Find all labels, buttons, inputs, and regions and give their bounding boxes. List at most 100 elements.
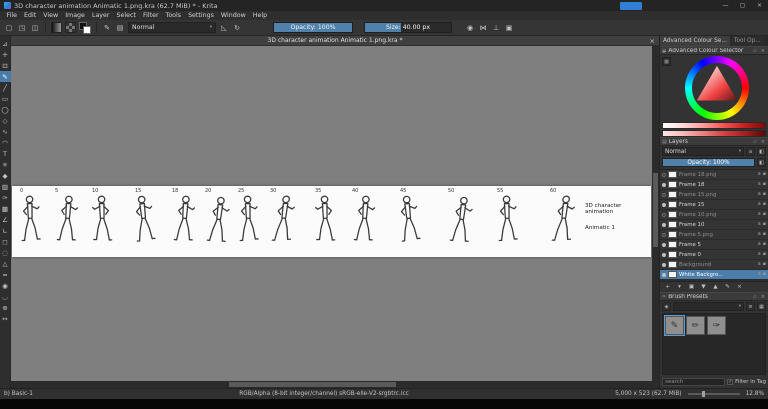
menu-image[interactable]: Image <box>62 12 89 19</box>
tool-move[interactable]: ✛ <box>0 49 11 60</box>
alpha-badge-icon[interactable]: a <box>758 222 761 227</box>
current-brush-label[interactable]: b) Basic-1 <box>4 391 33 397</box>
zoom-slider-thumb[interactable] <box>702 391 705 397</box>
tool-polygon[interactable]: ◇ <box>0 115 11 126</box>
menu-layer[interactable]: Layer <box>88 12 113 19</box>
layer-visibility-icon[interactable] <box>662 243 666 247</box>
opacity-slider[interactable]: Opacity: 100% <box>273 22 353 33</box>
close-dock-icon[interactable]: × <box>760 139 766 145</box>
layer-lock-icon[interactable]: ▪ <box>763 232 766 237</box>
horizontal-scrollbar[interactable] <box>11 381 652 388</box>
document-close-icon[interactable]: × <box>650 36 655 46</box>
tool-transform[interactable]: ⊿ <box>0 38 11 49</box>
move-layer-up-button[interactable]: ▲ <box>710 283 721 292</box>
layer-lock-icon[interactable]: ▪ <box>763 242 766 247</box>
alpha-inherit-icon[interactable]: a <box>746 147 755 156</box>
add-layer-button[interactable]: + <box>662 283 673 292</box>
layer-row[interactable]: Background a ▪ <box>660 260 768 270</box>
tool-zoom[interactable]: ⊕ <box>0 302 11 313</box>
tool-measure[interactable]: ∟ <box>0 225 11 236</box>
menu-file[interactable]: File <box>3 12 21 19</box>
zoom-level[interactable]: 12.8% <box>746 391 764 397</box>
tool-elliptical-select[interactable]: ◌ <box>0 247 11 258</box>
open-document-icon[interactable]: ◳ <box>17 23 27 33</box>
layer-lock-icon[interactable]: ▪ <box>763 202 766 207</box>
menu-edit[interactable]: Edit <box>21 12 40 19</box>
duplicate-layer-button[interactable]: ▣ <box>686 283 697 292</box>
edit-brush-settings-icon[interactable]: ✎ <box>102 23 112 33</box>
layer-lock-icon[interactable]: ▪ <box>763 272 766 277</box>
layer-lock-icon[interactable]: ▪ <box>763 182 766 187</box>
layer-lock-icon[interactable]: ▪ <box>763 212 766 217</box>
float-dock-icon[interactable]: ▱ <box>752 139 758 145</box>
pressure-toggle-icon[interactable]: ◉ <box>465 23 475 33</box>
shade-strip[interactable] <box>662 130 766 137</box>
layer-row[interactable]: White Backgro... a ▪ <box>660 270 768 280</box>
close-dock-icon[interactable]: × <box>760 48 766 54</box>
alpha-badge-icon[interactable]: a <box>758 192 761 197</box>
tool-pattern-edit[interactable]: ▩ <box>0 203 11 214</box>
delete-layer-button[interactable]: × <box>734 283 745 292</box>
layer-lock-icon[interactable]: ▪ <box>763 252 766 257</box>
layer-blending-mode-select[interactable]: Normal ▾ <box>662 147 744 156</box>
snap-toggle-icon[interactable]: ⊥ <box>491 23 501 33</box>
alpha-badge-icon[interactable]: a <box>758 232 761 237</box>
brush-preset[interactable]: ✎ <box>665 316 684 335</box>
layer-row[interactable]: Frame 5 a ▪ <box>660 240 768 250</box>
tool-rectangle[interactable]: ▭ <box>0 93 11 104</box>
blending-mode-select[interactable]: Normal ▾ <box>128 22 216 33</box>
layer-visibility-icon[interactable] <box>662 213 666 217</box>
pattern-chooser[interactable] <box>65 22 76 33</box>
foreground-background-color[interactable] <box>79 22 91 34</box>
vertical-scrollbar[interactable] <box>652 46 659 381</box>
move-layer-down-button[interactable]: ▼ <box>698 283 709 292</box>
workspace-chooser-icon[interactable]: ▣ <box>504 23 514 33</box>
layer-visibility-icon[interactable] <box>662 253 666 257</box>
layer-visibility-icon[interactable] <box>662 223 666 227</box>
reload-preset-icon[interactable]: ↻ <box>232 23 242 33</box>
details-view-icon[interactable]: ≡ <box>746 302 755 311</box>
lock-transparency-icon[interactable]: ◧ <box>757 147 766 156</box>
gradient-chooser[interactable] <box>51 22 62 33</box>
layer-visibility-icon[interactable] <box>662 263 666 267</box>
filter-in-tag-checkbox[interactable]: ✓ <box>727 379 733 385</box>
layer-lock-icon[interactable]: ▪ <box>763 172 766 177</box>
eraser-mode-icon[interactable]: ◺ <box>219 23 229 33</box>
alpha-badge-icon[interactable]: a <box>758 252 761 257</box>
layer-row[interactable]: Frame 5.png a ▪ <box>660 230 768 240</box>
tool-freehand-brush[interactable]: ✎ <box>0 71 11 82</box>
layer-row[interactable]: Frame 10.png a ▪ <box>660 210 768 220</box>
alpha-badge-icon[interactable]: a <box>758 242 761 247</box>
hue-ring[interactable] <box>685 56 749 120</box>
shade-strip[interactable] <box>662 122 766 129</box>
close-dock-icon[interactable]: × <box>760 294 766 300</box>
menu-window[interactable]: Window <box>217 12 249 19</box>
layer-row[interactable]: Frame 0 a ▪ <box>660 250 768 260</box>
menu-tools[interactable]: Tools <box>162 12 185 19</box>
mirror-icon[interactable]: ⋈ <box>478 23 488 33</box>
canvas-viewport[interactable]: 0 <box>11 46 652 381</box>
brush-preset[interactable]: ✑ <box>707 316 726 335</box>
layer-visibility-icon[interactable] <box>662 183 666 187</box>
tool-freehand-select[interactable]: ≈ <box>0 269 11 280</box>
tool-fill[interactable]: ◆ <box>0 170 11 181</box>
dock-tab-tool-options[interactable]: Tool Op... <box>731 36 765 46</box>
layer-row[interactable]: Frame 15 a ▪ <box>660 200 768 210</box>
close-button[interactable]: × <box>751 0 768 11</box>
tool-assistants[interactable]: ∠ <box>0 214 11 225</box>
float-dock-icon[interactable]: ▱ <box>752 294 758 300</box>
choose-brush-preset-icon[interactable]: ▤ <box>115 23 125 33</box>
menu-help[interactable]: Help <box>249 12 270 19</box>
layer-visibility-icon[interactable] <box>662 193 666 197</box>
tool-text[interactable]: T <box>0 148 11 159</box>
alpha-badge-icon[interactable]: a <box>758 212 761 217</box>
alpha-badge-icon[interactable]: a <box>758 182 761 187</box>
add-layer-options-button[interactable]: ▾ <box>674 283 685 292</box>
layer-lock-icon[interactable]: ▪ <box>763 192 766 197</box>
tool-rectangular-select[interactable]: ◻ <box>0 236 11 247</box>
color-settings-icon[interactable]: ▩ <box>662 57 671 66</box>
layer-opacity-slider[interactable]: Opacity: 100% <box>662 158 755 167</box>
save-document-icon[interactable]: ◫ <box>30 23 40 33</box>
horizontal-scrollbar-thumb[interactable] <box>229 382 396 387</box>
alpha-badge-icon[interactable]: a <box>758 202 761 207</box>
